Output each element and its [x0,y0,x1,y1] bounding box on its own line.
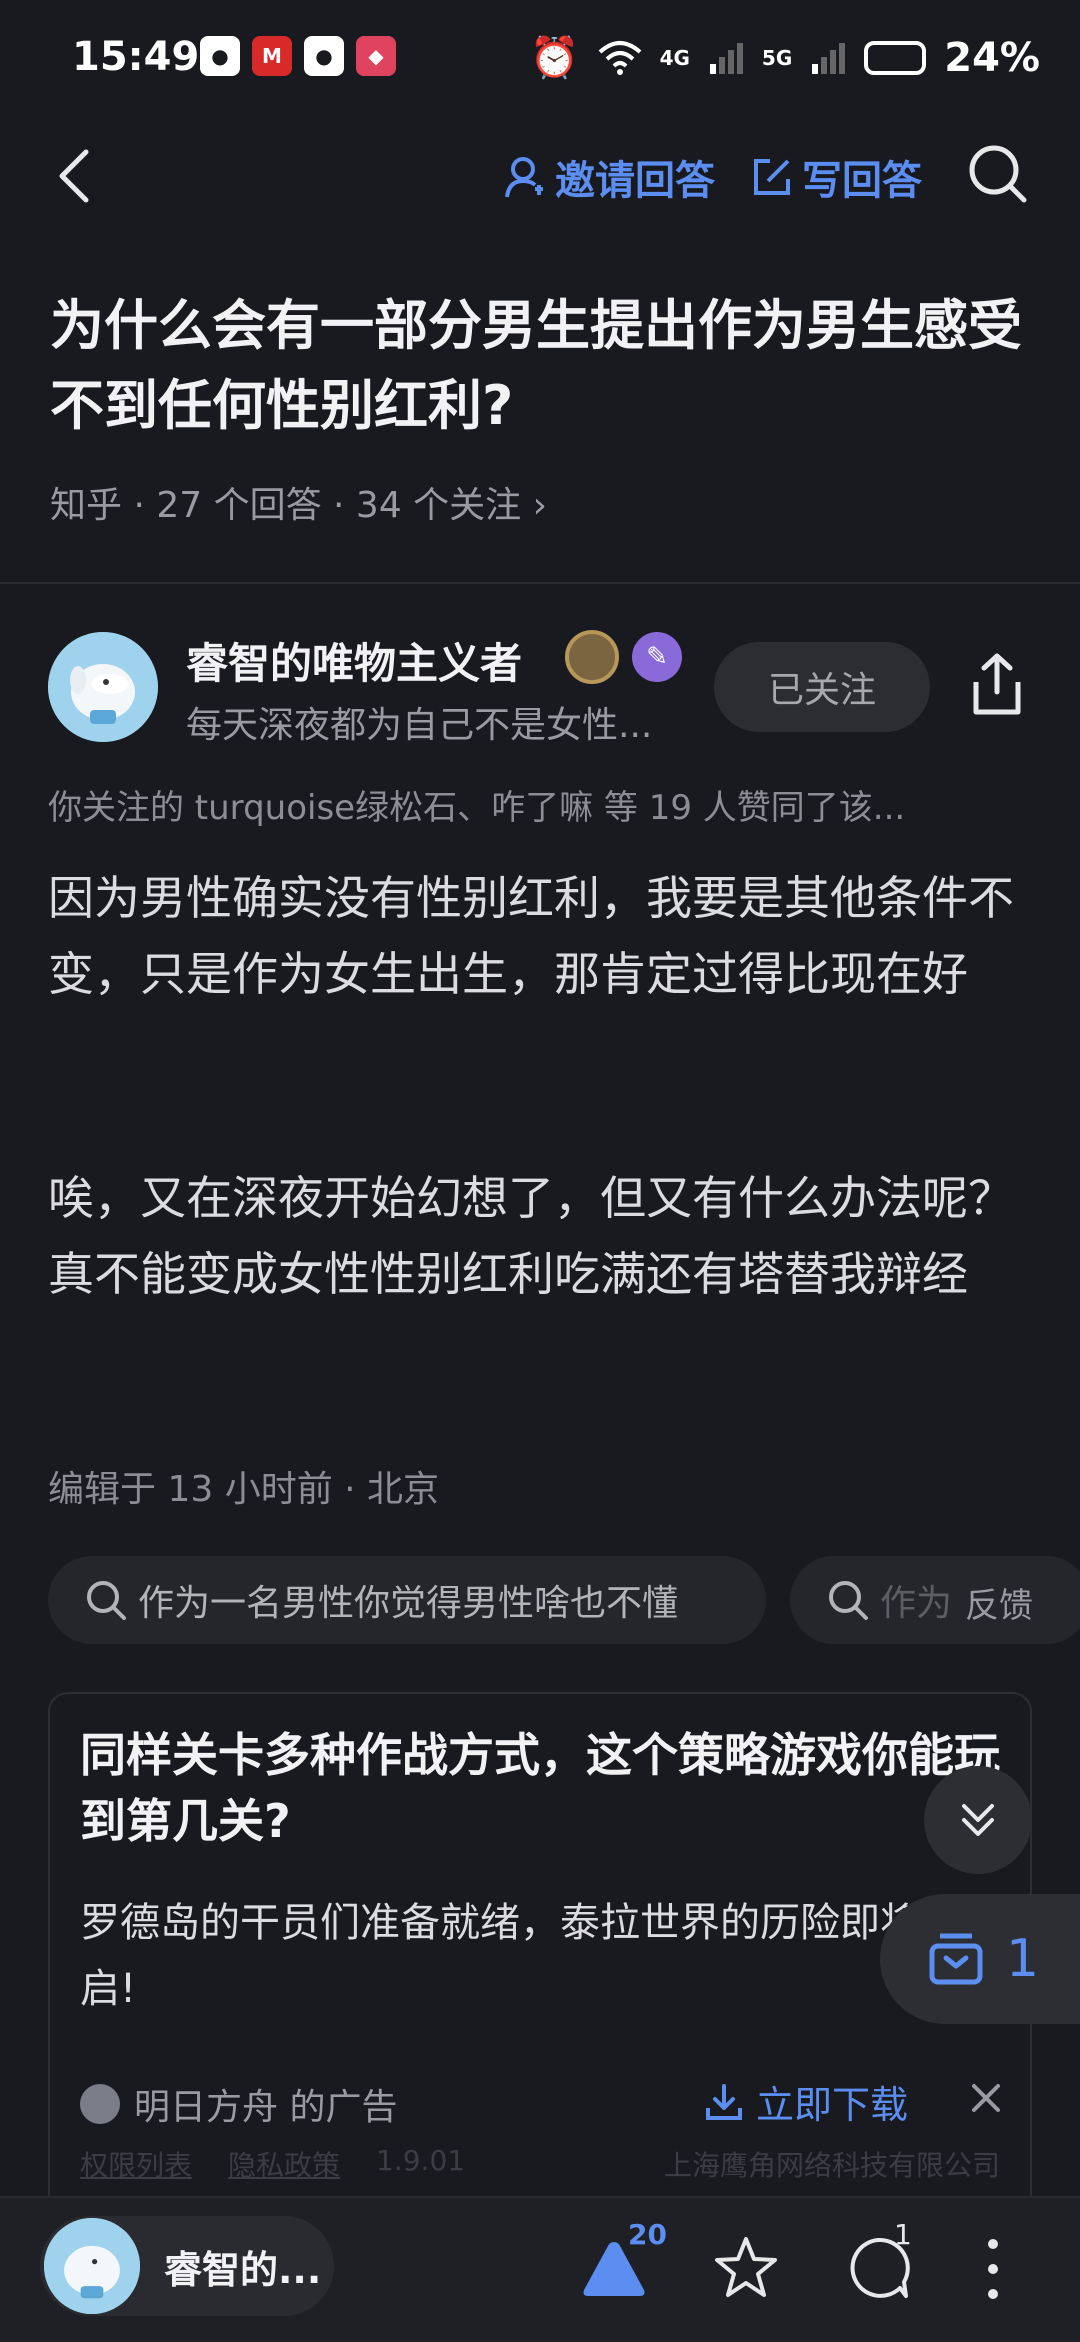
app-version: 1.9.01 [376,2144,466,2177]
battery-percent: 24% [944,34,1040,81]
bottom-author-chip[interactable]: 睿智的... [40,2216,334,2316]
avatar-illustration [48,632,158,742]
invite-label: 邀请回答 [555,158,715,204]
wechat-icon: ● [200,36,240,76]
feedback-link[interactable]: 反馈 [965,1578,1033,1627]
pill-label: 作为一名男性你觉得男性啥也不懂 [138,1583,679,1624]
back-icon[interactable] [48,146,108,206]
pen-badge-icon: ✎ [632,632,682,682]
download-button[interactable]: 立即下载 [704,2074,908,2129]
collection-box-icon [929,1933,983,1985]
status-bar: 15:49 ● M ● ◆ ⏰ 4G 5G 24% [0,0,1080,120]
permission-list-link[interactable]: 权限列表 [80,2144,192,2184]
write-label: 写回答 [802,158,922,204]
liked-by-text[interactable]: 你关注的 turquoise绿松石、咋了嘛 等 19 人赞同了该... [48,780,1048,829]
share-icon[interactable] [962,650,1032,720]
advertiser-avatar [80,2084,120,2124]
more-icon[interactable] [988,2238,998,2300]
answer-paragraph: 因为男性确实没有性别红利，我要是其他条件不变，只是作为女生出生，那肯定过得比现在… [48,871,1014,1001]
person-add-icon [505,157,543,198]
question-title[interactable]: 为什么会有一部分男生提出作为男生感受不到任何性别红利? [50,286,1040,446]
related-search-pill[interactable]: 作为一名男性你觉得男性啥也不懂 [48,1556,766,1644]
alarm-icon: ⏰ [529,35,580,81]
ad-company: 上海鹰角网络科技有限公司 [663,2149,1000,2182]
signal-icon [709,42,743,74]
favorites-button[interactable]: 1 [880,1894,1080,2024]
upvote-count: 20 [628,2218,667,2251]
next-answer-button[interactable] [924,1766,1032,1874]
divider [0,582,1080,584]
battery-icon [864,40,927,75]
author-name[interactable]: 睿智的唯物主义者 [186,630,522,691]
favorites-count: 1 [1006,1929,1040,1989]
related-search-pill[interactable]: 作为 [790,1556,1080,1644]
close-icon[interactable] [966,2078,1006,2118]
double-chevron-down-icon [962,1804,994,1836]
download-icon [706,2083,742,2120]
notification-icons: ● M ● ◆ [200,36,396,76]
download-label: 立即下载 [756,2083,909,2127]
bank-app-icon: M [252,36,292,76]
ad-description: 罗德岛的干员们准备就绪，泰拉世界的历险即将开启! [80,1900,960,2012]
comment-count: 1 [894,2218,912,2251]
ad-source-label: 明日方舟 的广告 [134,2087,398,2128]
signal-5g: 5G [761,45,793,70]
write-answer-button[interactable]: 写回答 [752,148,922,206]
answer-paragraph: 唉，又在深夜开始幻想了，但又有什么办法呢？真不能变成女性性别红利吃满还有塔替我辩… [48,1171,1014,1301]
author-bio: 每天深夜都为自己不是女性... [186,705,653,746]
status-right: ⏰ 4G 5G 24% [529,34,1040,82]
search-icon [829,1581,868,1620]
mobile-app-icon: ◆ [356,36,396,76]
invite-answer-button[interactable]: 邀请回答 [505,148,715,206]
crown-badge-icon [565,630,619,684]
author-avatar [44,2218,140,2314]
author-avatar[interactable] [48,632,158,742]
edit-icon [754,159,790,195]
search-icon[interactable] [966,142,1030,206]
bottom-author-name: 睿智的... [164,2247,322,2292]
chat-bubble-icon: ● [304,36,344,76]
ad-legal-row: 权限列表 隐私政策 1.9.01 上海鹰角网络科技有限公司 [80,2144,1000,2184]
pill-label: 作为 [880,1583,953,1624]
question-meta[interactable]: 知乎 · 27 个回答 · 34 个关注 › [50,476,547,528]
edited-time: 编辑于 13 小时前 · 北京 [48,1469,440,1510]
privacy-policy-link[interactable]: 隐私政策 [228,2144,340,2184]
follow-button[interactable]: 已关注 [714,642,930,732]
wifi-icon [598,40,641,75]
star-icon[interactable] [712,2234,780,2302]
ad-source: 明日方舟 的广告 [80,2078,397,2130]
signal-icon-2 [812,42,846,74]
search-icon [87,1581,126,1620]
ad-title[interactable]: 同样关卡多种作战方式，这个策略游戏你能玩到第几关? [80,1722,1000,1854]
signal-4g: 4G [659,45,690,70]
status-time: 15:49 [72,34,200,80]
